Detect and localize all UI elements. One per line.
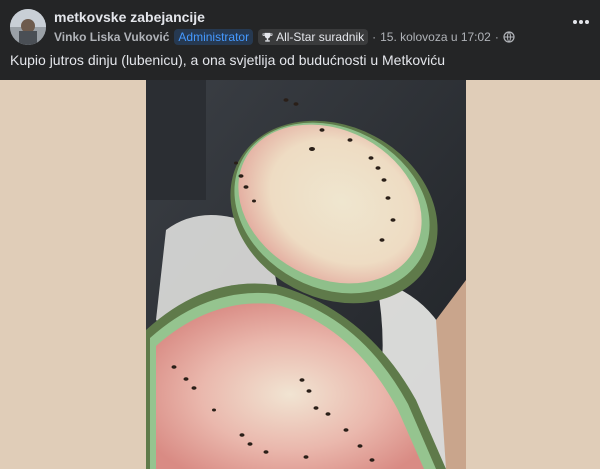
post-meta: Vinko Liska Vuković Administrator All-St… (54, 28, 515, 46)
admin-badge[interactable]: Administrator (174, 29, 254, 45)
watermelon-photo[interactable] (146, 80, 466, 469)
post-media[interactable] (0, 80, 600, 469)
all-star-badge[interactable]: All-Star suradnik (258, 29, 369, 45)
more-options-button[interactable] (570, 14, 592, 30)
photo-image (146, 80, 466, 469)
more-options-icon-dot (585, 20, 589, 24)
meta-separator-2: · (494, 30, 499, 44)
post-header: metkovske zabejancije Vinko Liska Vukovi… (0, 0, 600, 80)
post-timestamp[interactable]: 15. kolovoza u 17:02 (380, 30, 491, 44)
post-text: Kupio jutros dinju (lubenicu), a ona svj… (10, 52, 446, 68)
more-options-icon-dot (579, 20, 583, 24)
meta-separator: · (372, 30, 377, 44)
avatar-image (10, 9, 46, 45)
author-name-link[interactable]: Vinko Liska Vuković (54, 30, 169, 44)
globe-icon[interactable] (503, 31, 515, 43)
group-avatar[interactable] (10, 9, 46, 45)
group-name-link[interactable]: metkovske zabejancije (54, 9, 205, 25)
more-options-icon-dot (573, 20, 577, 24)
all-star-badge-label: All-Star suradnik (276, 30, 365, 44)
trophy-icon (262, 32, 273, 42)
